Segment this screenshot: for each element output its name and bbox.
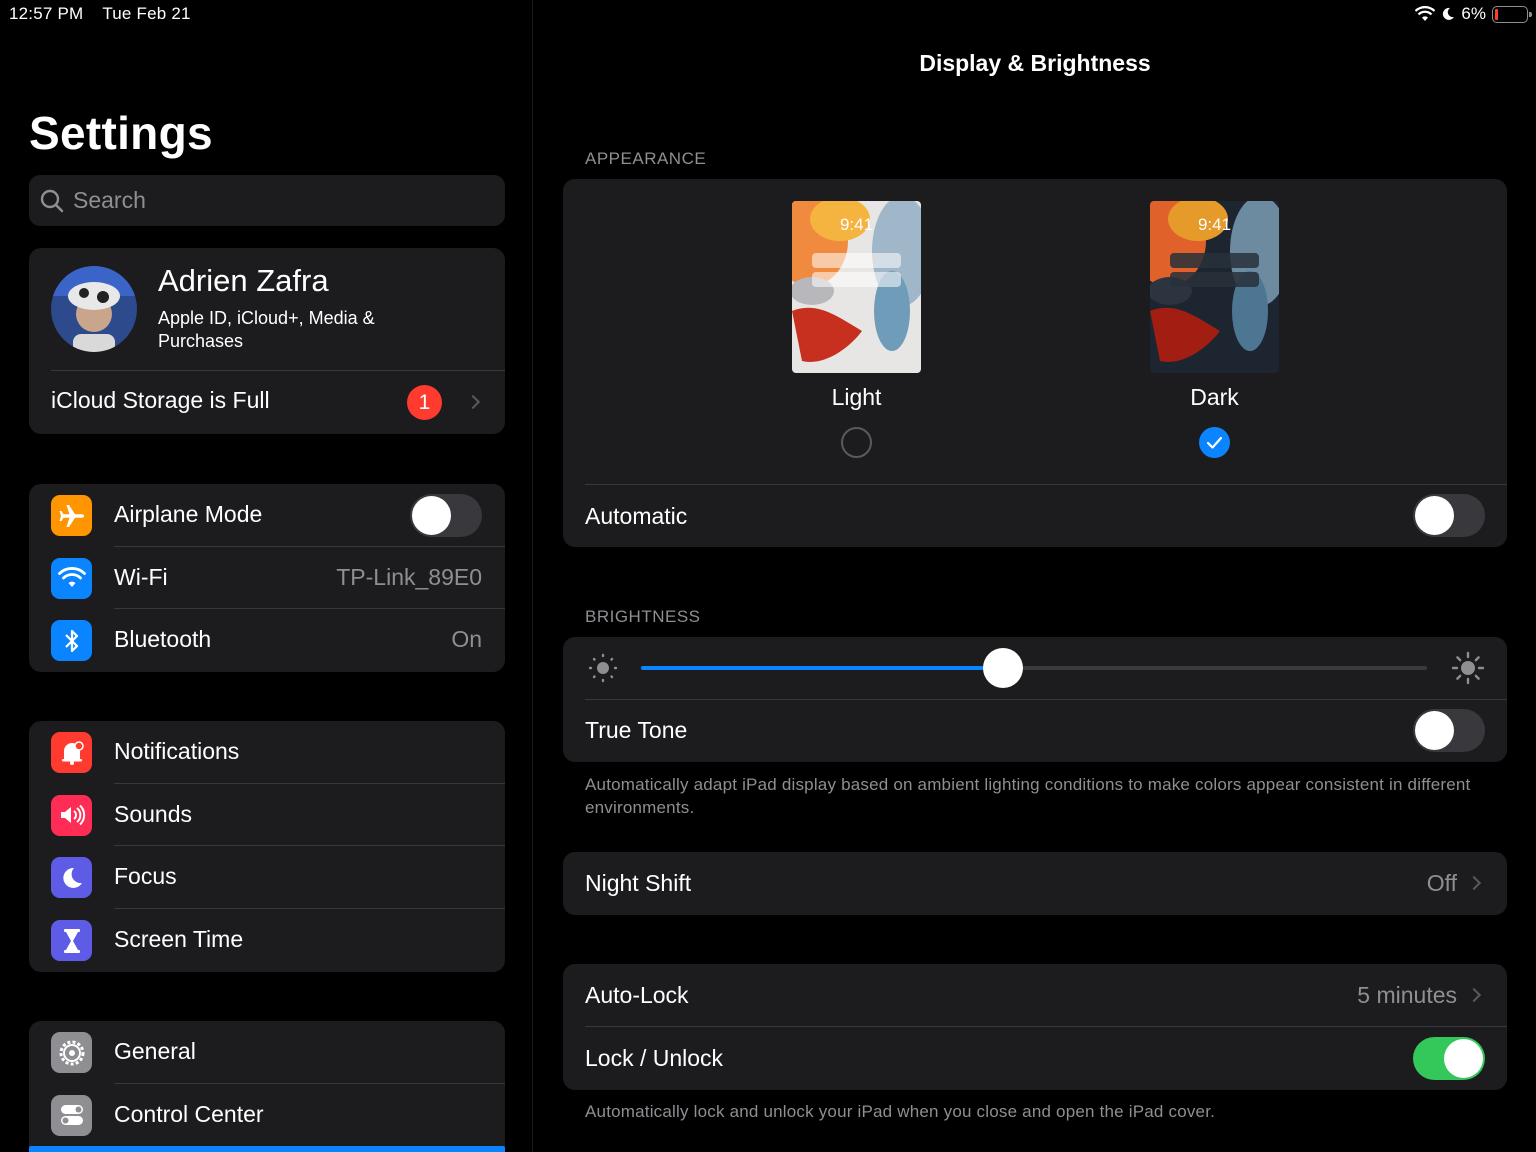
selected-row-highlight	[29, 1146, 505, 1152]
sidebar-item-screen-time[interactable]: Screen Time	[29, 909, 505, 972]
dark-appearance-option[interactable]: 9:41 Dark	[1150, 201, 1279, 461]
control-center-icon	[51, 1094, 92, 1136]
dark-radio-checked[interactable]	[1199, 427, 1230, 458]
icloud-storage-label: iCloud Storage is Full	[51, 387, 270, 413]
focus-moon-icon	[51, 857, 92, 899]
sidebar-item-label: Focus	[114, 863, 177, 890]
dark-preview-image: 9:41	[1150, 201, 1279, 373]
sidebar-item-label: Screen Time	[114, 926, 244, 953]
sun-min-icon	[588, 653, 618, 683]
automatic-label: Automatic	[585, 503, 688, 529]
sidebar-item-label: Bluetooth	[114, 626, 212, 653]
connectivity-group: Airplane Mode Wi-Fi TP-Link_89E0 Bluetoo…	[29, 484, 505, 672]
sidebar-item-wifi[interactable]: Wi-Fi TP-Link_89E0	[29, 547, 505, 610]
sidebar-item-label: Notifications	[114, 738, 240, 764]
notifications-icon	[51, 732, 92, 773]
lock-unlock-label: Lock / Unlock	[585, 1045, 724, 1071]
brightness-card: True Tone	[563, 637, 1507, 762]
sidebar-title: Settings	[29, 107, 213, 159]
settings-sidebar: Settings Search Adrien Zafra Apple ID, i…	[0, 0, 533, 1152]
sidebar-item-label: General	[114, 1038, 196, 1064]
light-preview-image: 9:41	[792, 201, 921, 373]
search-icon	[40, 189, 64, 212]
apple-id-card: Adrien Zafra Apple ID, iCloud+, Media & …	[29, 248, 505, 434]
wifi-network-value: TP-Link_89E0	[336, 563, 482, 590]
night-shift-label: Night Shift	[585, 870, 692, 896]
night-shift-value: Off	[1426, 870, 1457, 896]
dark-preview-time: 9:41	[1197, 215, 1232, 234]
sidebar-item-airplane-mode: Airplane Mode	[29, 484, 505, 547]
sidebar-item-general[interactable]: General	[29, 1021, 505, 1084]
sidebar-item-bluetooth[interactable]: Bluetooth On	[29, 609, 505, 672]
auto-lock-row[interactable]: Auto-Lock 5 minutes	[563, 964, 1507, 1027]
sidebar-item-notifications[interactable]: Notifications	[29, 721, 505, 784]
profile-subtitle: Apple ID, iCloud+, Media & Purchases	[158, 308, 375, 351]
brightness-slider[interactable]	[641, 648, 1427, 688]
light-preview-time: 9:41	[839, 215, 874, 234]
page-title: Display & Brightness	[919, 50, 1151, 76]
display-brightness-pane: Display & Brightness APPEARANCE 9:41 Lig…	[534, 0, 1536, 1152]
auto-lock-label: Auto-Lock	[585, 982, 689, 1008]
chevron-right-icon	[1466, 875, 1482, 891]
sidebar-item-sounds[interactable]: Sounds	[29, 784, 505, 847]
checkmark-icon	[1206, 436, 1223, 449]
sun-max-icon	[1451, 651, 1485, 685]
appearance-header: APPEARANCE	[585, 149, 707, 168]
sounds-icon	[51, 794, 92, 836]
lock-card: Auto-Lock 5 minutes Lock / Unlock	[563, 964, 1507, 1090]
search-field[interactable]: Search	[29, 175, 505, 226]
alerts-group: Notifications Sounds Focus Screen Time	[29, 721, 505, 972]
chevron-right-icon	[465, 394, 481, 410]
brightness-header: BRIGHTNESS	[585, 607, 701, 626]
sidebar-item-label: Wi-Fi	[114, 563, 168, 590]
bluetooth-icon	[51, 620, 92, 662]
apple-id-row[interactable]: Adrien Zafra Apple ID, iCloud+, Media & …	[29, 248, 505, 370]
gear-icon	[51, 1032, 92, 1073]
sidebar-item-label: Sounds	[114, 800, 193, 827]
night-shift-row[interactable]: Night Shift Off	[563, 852, 1507, 915]
automatic-row: Automatic	[563, 484, 1507, 547]
light-label: Light	[831, 384, 882, 410]
sidebar-item-label: Airplane Mode	[114, 501, 263, 527]
profile-name: Adrien Zafra	[158, 263, 329, 298]
wifi-icon	[51, 557, 92, 599]
auto-lock-value: 5 minutes	[1357, 982, 1457, 1008]
notification-badge: 1	[407, 385, 442, 420]
true-tone-label: True Tone	[585, 717, 688, 743]
avatar	[51, 266, 137, 352]
lock-unlock-toggle[interactable]	[1413, 1037, 1485, 1080]
lock-unlock-footer: Automatically lock and unlock your iPad …	[585, 1102, 1216, 1121]
brightness-slider-fill	[641, 666, 1003, 670]
sidebar-item-control-center[interactable]: Control Center	[29, 1084, 505, 1147]
automatic-toggle[interactable]	[1413, 494, 1485, 537]
search-placeholder: Search	[73, 187, 146, 213]
brightness-slider-row	[563, 637, 1507, 699]
chevron-right-icon	[1466, 987, 1482, 1003]
airplane-mode-toggle[interactable]	[410, 494, 482, 537]
appearance-card: 9:41 Light 9:41 Dark Automatic	[563, 179, 1507, 547]
lock-unlock-row: Lock / Unlock	[563, 1027, 1507, 1090]
general-group: General Control Center	[29, 1021, 505, 1152]
sidebar-item-label: Control Center	[114, 1100, 264, 1127]
dark-label: Dark	[1190, 384, 1239, 410]
brightness-slider-knob[interactable]	[982, 648, 1023, 688]
sidebar-item-focus[interactable]: Focus	[29, 846, 505, 910]
true-tone-toggle[interactable]	[1413, 709, 1485, 752]
hourglass-icon	[51, 920, 92, 962]
true-tone-footer: Automatically adapt iPad display based o…	[585, 775, 1471, 817]
true-tone-row: True Tone	[563, 699, 1507, 762]
icloud-storage-row[interactable]: iCloud Storage is Full 1	[29, 371, 505, 434]
light-appearance-option[interactable]: 9:41 Light	[792, 201, 921, 461]
airplane-icon	[51, 495, 92, 536]
light-radio[interactable]	[841, 427, 872, 458]
bluetooth-value: On	[451, 626, 482, 653]
